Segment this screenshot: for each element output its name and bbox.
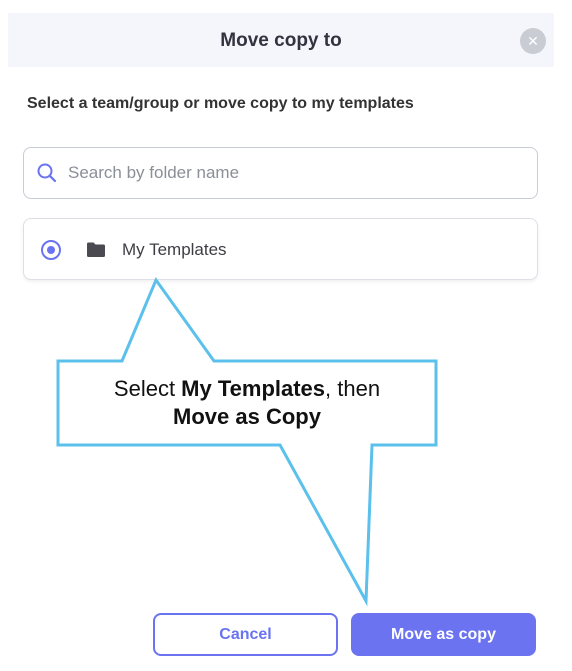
cancel-button[interactable]: Cancel [153, 613, 338, 656]
instruction-callout-text: Select My Templates, then Move as Copy [58, 375, 436, 431]
callout-prefix: Select [113, 376, 182, 401]
callout-middle: , then [325, 376, 381, 401]
callout-target: My Templates [181, 376, 326, 401]
move-as-copy-button[interactable]: Move as copy [351, 613, 536, 656]
instruction-callout-shape [56, 276, 438, 607]
callout-action: Move as Copy [173, 404, 321, 429]
move-copy-dialog: Move copy to ✕ Select a team/group or mo… [0, 0, 572, 671]
